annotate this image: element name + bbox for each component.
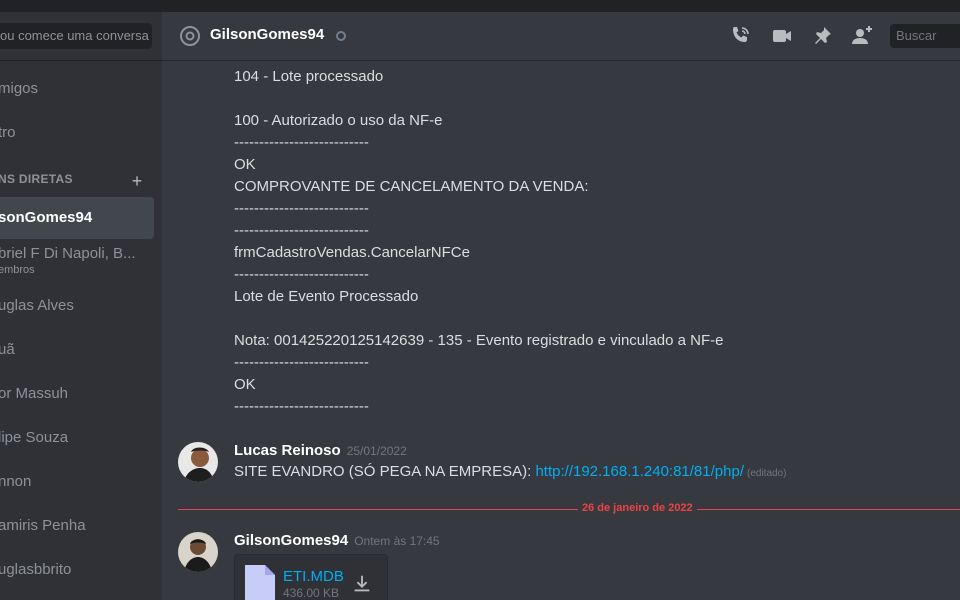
- avatar-image: [178, 532, 218, 572]
- dm-member-count: embros: [0, 264, 35, 276]
- message-line: OK: [234, 376, 256, 393]
- nav-friends[interactable]: migos: [0, 68, 154, 110]
- window-titlebar: [0, 0, 960, 12]
- file-name-link[interactable]: ETI.MDB: [283, 568, 344, 585]
- file-attachment[interactable]: ETI.MDB 436.00 KB: [234, 554, 388, 600]
- message-timestamp: Ontem às 17:45: [354, 534, 440, 548]
- offline-status-icon: [336, 31, 346, 41]
- message-content: SITE EVANDRO (SÓ PEGA NA EMPRESA): http:…: [234, 463, 786, 480]
- avatar-lucas-reinoso[interactable]: [178, 442, 218, 482]
- dm-name: nnon: [0, 473, 32, 490]
- dm-item-douglas-alves[interactable]: uglas Alves: [0, 285, 154, 327]
- message-line: 104 - Lote processado: [234, 68, 384, 85]
- dm-item-douglasbbrito[interactable]: uglasbbrito: [0, 549, 154, 591]
- at-icon: [180, 26, 200, 46]
- message-author[interactable]: Lucas Reinoso 25/01/2022: [234, 442, 407, 459]
- file-size: 436.00 KB: [283, 586, 340, 600]
- message-timestamp: 25/01/2022: [346, 444, 407, 458]
- dm-item-group[interactable]: briel F Di Napoli, B... embros: [0, 241, 154, 283]
- message-line: Nota: 001425220125142639 - 135 - Evento …: [234, 332, 724, 349]
- file-icon: [245, 565, 275, 600]
- dm-name: sonGomes94: [0, 209, 93, 226]
- dm-item-gilsongomes94[interactable]: sonGomes94: [0, 197, 154, 239]
- message-line: ---------------------------: [234, 398, 369, 415]
- find-conversation-input[interactable]: ou comece uma conversa: [0, 23, 152, 49]
- dm-name: amiris Penha: [0, 517, 86, 534]
- add-friend-icon[interactable]: [850, 24, 874, 48]
- dm-item-3[interactable]: uã: [0, 329, 154, 371]
- date-divider-label: 26 de janeiro de 2022: [578, 502, 697, 514]
- dm-name: uglas Alves: [0, 297, 74, 314]
- edited-tag: (editado): [746, 468, 787, 479]
- message-line: ---------------------------: [234, 134, 369, 151]
- video-call-icon[interactable]: [770, 24, 794, 48]
- sidebar-search-area: ou comece uma conversa: [0, 12, 162, 61]
- create-dm-button[interactable]: +: [130, 172, 144, 190]
- message-line: ---------------------------: [234, 222, 369, 239]
- message-link[interactable]: http://192.168.1.240:81/81/php/: [535, 463, 744, 480]
- message-line: frmCadastroVendas.CancelarNFCe: [234, 244, 470, 261]
- message-line: ---------------------------: [234, 354, 369, 371]
- dm-item-felipe-souza[interactable]: lipe Souza: [0, 417, 154, 459]
- message-line: 100 - Autorizado o uso da NF-e: [234, 112, 443, 129]
- author-name[interactable]: Lucas Reinoso: [234, 442, 341, 459]
- message-line: ---------------------------: [234, 200, 369, 217]
- date-divider-line: [178, 509, 960, 510]
- dm-item-massuh[interactable]: or Massuh: [0, 373, 154, 415]
- chat-header: GilsonGomes94 Buscar: [162, 12, 960, 61]
- message-line: COMPROVANTE DE CANCELAMENTO DA VENDA:: [234, 178, 589, 195]
- header-search-input[interactable]: Buscar: [890, 24, 960, 48]
- dm-name: briel F Di Napoli, B...: [0, 245, 136, 262]
- avatar-gilsongomes94[interactable]: [178, 532, 218, 572]
- message-line: ---------------------------: [234, 266, 369, 283]
- dm-item-6[interactable]: nnon: [0, 461, 154, 503]
- dm-name: or Massuh: [0, 385, 69, 402]
- nav-nitro[interactable]: tro: [0, 112, 154, 154]
- dm-item-tamiris-penha[interactable]: amiris Penha: [0, 505, 154, 547]
- dm-sidebar: ou comece uma conversa migos tro NS DIRE…: [0, 12, 162, 600]
- message-author[interactable]: GilsonGomes94 Ontem às 17:45: [234, 532, 440, 549]
- pin-icon[interactable]: [810, 24, 834, 48]
- message-list: 104 - Lote processado 100 - Autorizado o…: [162, 61, 960, 600]
- dm-name: uglasbbrito: [0, 561, 72, 578]
- author-name[interactable]: GilsonGomes94: [234, 532, 348, 549]
- message-line: Lote de Evento Processado: [234, 288, 419, 305]
- dm-name: lipe Souza: [0, 429, 69, 446]
- message-line: OK: [234, 156, 256, 173]
- download-icon[interactable]: [351, 573, 373, 595]
- dm-name: uã: [0, 341, 15, 358]
- avatar-image: [178, 442, 218, 482]
- voice-call-icon[interactable]: [728, 24, 752, 48]
- channel-name: GilsonGomes94: [210, 26, 325, 43]
- message-text: SITE EVANDRO (SÓ PEGA NA EMPRESA):: [234, 463, 536, 480]
